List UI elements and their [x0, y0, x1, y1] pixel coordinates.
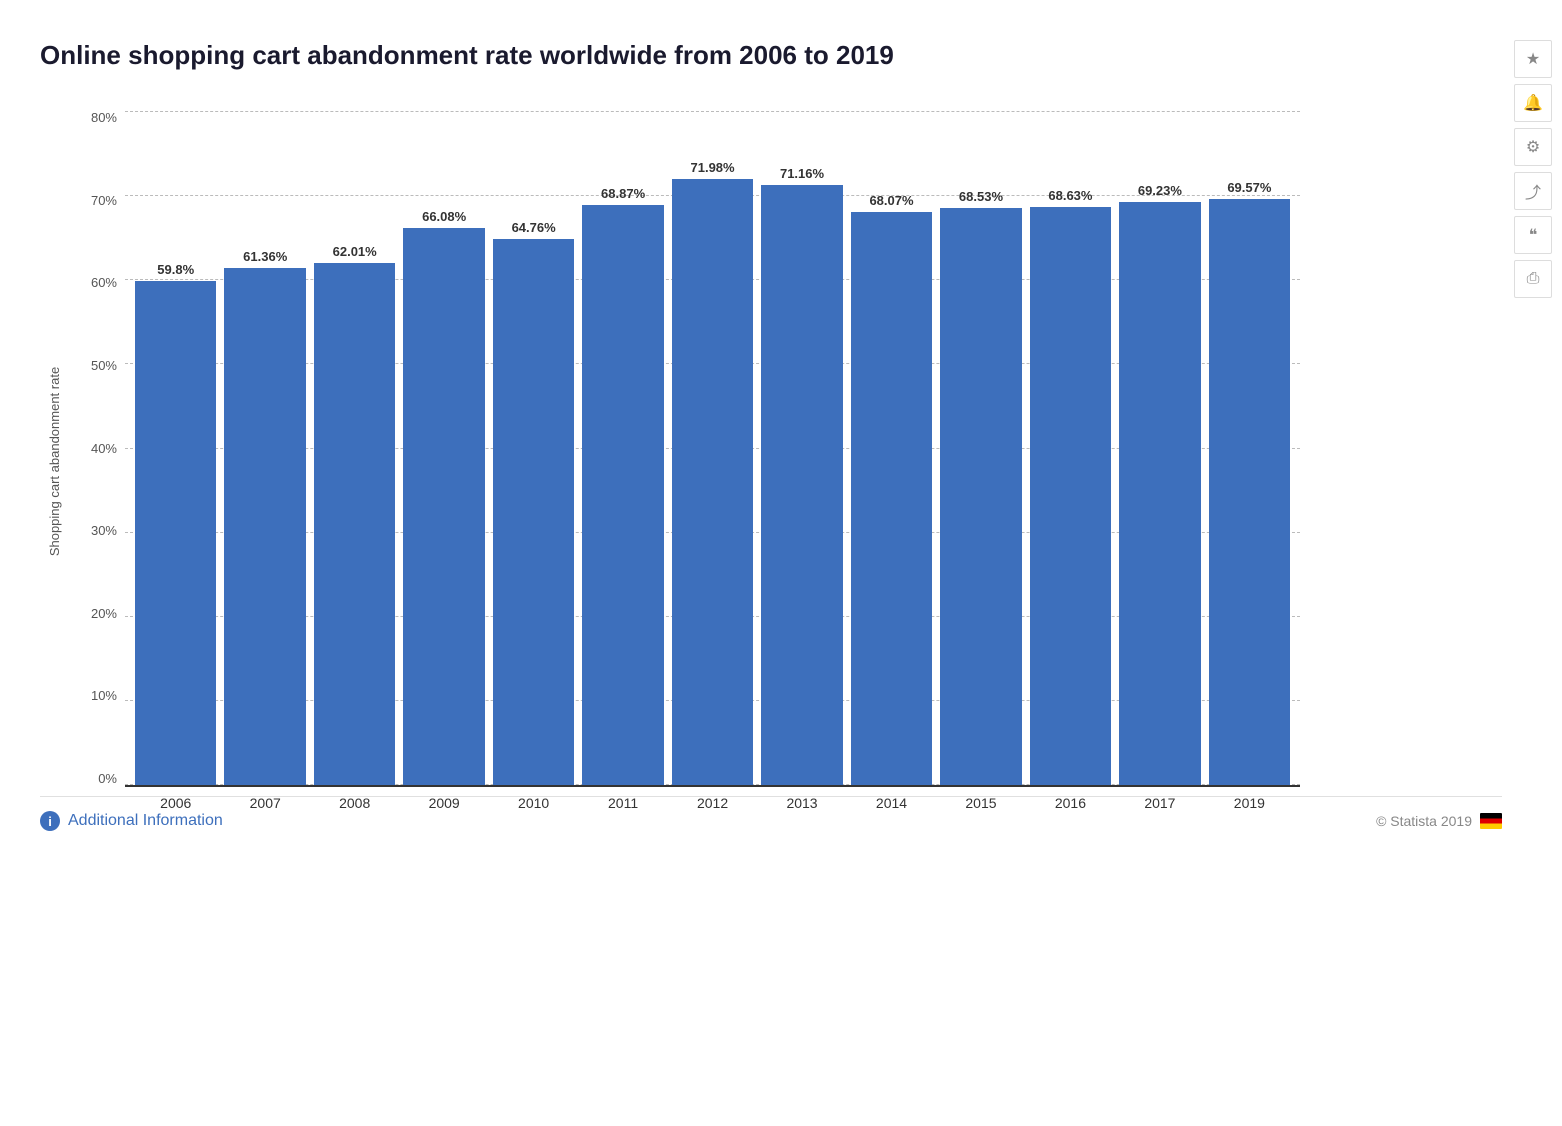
- bar-label-2014: 68.07%: [869, 193, 913, 208]
- bar-label-2011: 68.87%: [601, 186, 645, 201]
- bar-2017[interactable]: [1119, 202, 1200, 785]
- y-axis-label: Shopping cart abandonment rate: [48, 366, 63, 555]
- y-tick-20: 20%: [80, 607, 125, 620]
- bar-group-2014: 68.07%: [851, 111, 932, 785]
- chart-title: Online shopping cart abandonment rate wo…: [40, 40, 1140, 71]
- footer: i Additional Information © Statista 2019: [40, 796, 1502, 831]
- bar-2019[interactable]: [1209, 199, 1290, 785]
- bars-container: 59.8% 61.36% 62.01% 66.08% 64.76% 68.87% 71.98…: [125, 111, 1300, 787]
- y-axis-label-container: Shopping cart abandonment rate: [40, 111, 70, 811]
- share-button[interactable]: ⤴: [1514, 172, 1552, 210]
- y-tick-60: 60%: [80, 276, 125, 289]
- copyright-text: © Statista 2019: [1376, 813, 1472, 829]
- flag-icon: [1480, 813, 1502, 829]
- sidebar-icons: ★ 🔔 ⚙ ⤴ ❝ ⎙: [1514, 40, 1552, 298]
- chart-inner: 0% 10% 20% 30% 40% 50% 60% 70% 80% 59.8% 61.36% 62…: [80, 111, 1300, 811]
- bar-2014[interactable]: [851, 212, 932, 785]
- bar-2006[interactable]: [135, 281, 216, 785]
- bar-group-2006: 59.8%: [135, 111, 216, 785]
- y-tick-0: 0%: [80, 772, 125, 785]
- grid-and-bars: 0% 10% 20% 30% 40% 50% 60% 70% 80% 59.8% 61.36% 62…: [80, 111, 1300, 787]
- star-button[interactable]: ★: [1514, 40, 1552, 78]
- y-tick-50: 50%: [80, 359, 125, 372]
- bar-group-2009: 66.08%: [403, 111, 484, 785]
- additional-info-label: Additional Information: [68, 812, 223, 830]
- bar-2009[interactable]: [403, 228, 484, 785]
- bar-group-2019: 69.57%: [1209, 111, 1290, 785]
- bar-label-2007: 61.36%: [243, 249, 287, 264]
- bar-2010[interactable]: [493, 239, 574, 785]
- bar-2008[interactable]: [314, 263, 395, 785]
- bar-2016[interactable]: [1030, 207, 1111, 785]
- bar-group-2012: 71.98%: [672, 111, 753, 785]
- bar-group-2017: 69.23%: [1119, 111, 1200, 785]
- bar-group-2010: 64.76%: [493, 111, 574, 785]
- bell-button[interactable]: 🔔: [1514, 84, 1552, 122]
- bar-label-2017: 69.23%: [1138, 183, 1182, 198]
- additional-info-link[interactable]: i Additional Information: [40, 811, 223, 831]
- print-button[interactable]: ⎙: [1514, 260, 1552, 298]
- main-container: Online shopping cart abandonment rate wo…: [0, 0, 1562, 851]
- y-tick-40: 40%: [80, 442, 125, 455]
- bar-label-2012: 71.98%: [691, 160, 735, 175]
- bars-row: 59.8% 61.36% 62.01% 66.08% 64.76% 68.87% 71.98…: [125, 111, 1300, 785]
- copyright-area: © Statista 2019: [1376, 813, 1502, 829]
- bar-group-2011: 68.87%: [582, 111, 663, 785]
- y-axis-ticks: 0% 10% 20% 30% 40% 50% 60% 70% 80%: [80, 111, 125, 787]
- bar-label-2006: 59.8%: [157, 262, 194, 277]
- bar-2013[interactable]: [761, 185, 842, 785]
- bar-label-2008: 62.01%: [333, 244, 377, 259]
- bar-label-2015: 68.53%: [959, 189, 1003, 204]
- bar-2015[interactable]: [940, 208, 1021, 785]
- chart-area: Shopping cart abandonment rate 0% 10% 20% 3…: [40, 111, 1300, 811]
- bar-label-2013: 71.16%: [780, 166, 824, 181]
- bar-2012[interactable]: [672, 179, 753, 785]
- quote-button[interactable]: ❝: [1514, 216, 1552, 254]
- y-tick-80: 80%: [80, 111, 125, 124]
- info-icon: i: [40, 811, 60, 831]
- bar-label-2016: 68.63%: [1048, 188, 1092, 203]
- bar-label-2010: 64.76%: [512, 220, 556, 235]
- bar-2011[interactable]: [582, 205, 663, 785]
- bar-group-2016: 68.63%: [1030, 111, 1111, 785]
- y-tick-30: 30%: [80, 524, 125, 537]
- y-tick-10: 10%: [80, 689, 125, 702]
- bar-group-2007: 61.36%: [224, 111, 305, 785]
- bar-group-2015: 68.53%: [940, 111, 1021, 785]
- bar-group-2013: 71.16%: [761, 111, 842, 785]
- bar-label-2009: 66.08%: [422, 209, 466, 224]
- gear-button[interactable]: ⚙: [1514, 128, 1552, 166]
- y-tick-70: 70%: [80, 194, 125, 207]
- bar-group-2008: 62.01%: [314, 111, 395, 785]
- bar-label-2019: 69.57%: [1227, 180, 1271, 195]
- bar-2007[interactable]: [224, 268, 305, 785]
